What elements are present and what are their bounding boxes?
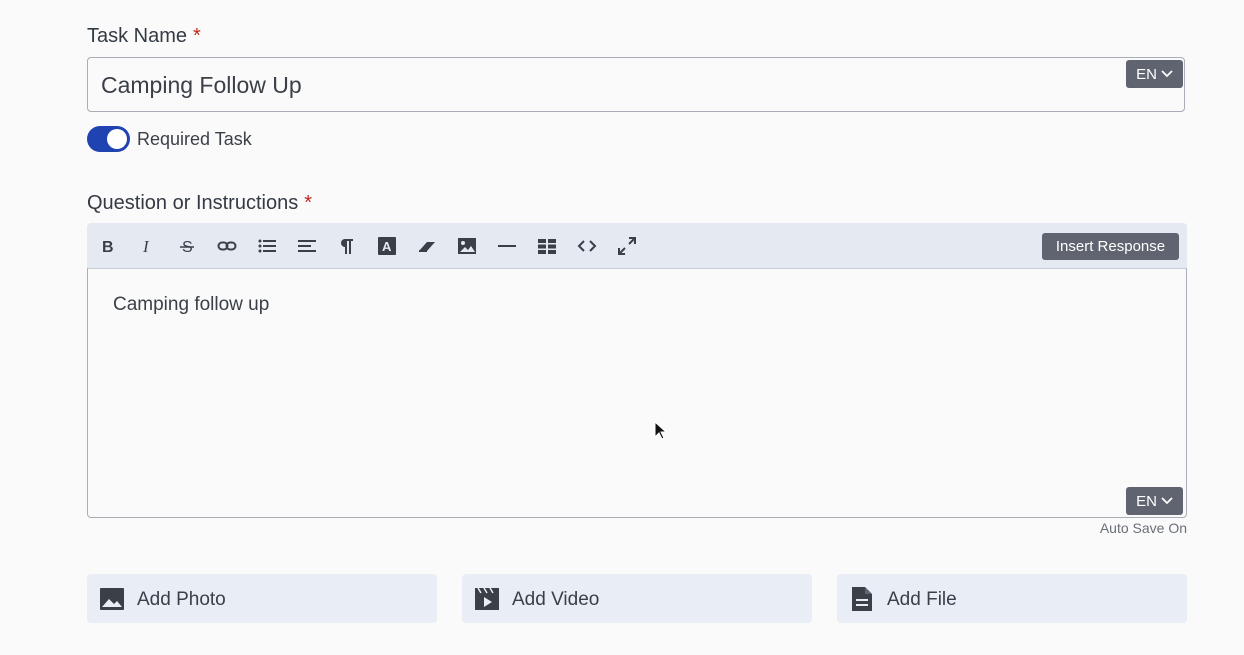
editor-content-area[interactable]: Camping follow up EN bbox=[87, 268, 1187, 518]
toggle-knob bbox=[107, 129, 127, 149]
paragraph-icon[interactable] bbox=[335, 234, 359, 258]
image-icon[interactable] bbox=[455, 234, 479, 258]
language-label: EN bbox=[1136, 492, 1157, 510]
horizontal-rule-icon[interactable] bbox=[495, 234, 519, 258]
required-asterisk: * bbox=[193, 25, 201, 47]
svg-text:A: A bbox=[382, 239, 392, 254]
italic-icon[interactable]: I bbox=[135, 234, 159, 258]
task-name-value[interactable]: Camping Follow Up bbox=[101, 72, 302, 99]
task-name-input[interactable]: Camping Follow Up EN bbox=[87, 57, 1185, 112]
mouse-cursor-icon bbox=[654, 421, 666, 440]
table-icon[interactable] bbox=[535, 234, 559, 258]
instructions-label: Question or Instructions * bbox=[87, 192, 312, 215]
task-name-label-text: Task Name bbox=[87, 25, 188, 47]
autosave-status: Auto Save On bbox=[1099, 520, 1187, 536]
video-clapper-icon bbox=[475, 587, 499, 610]
eraser-icon[interactable] bbox=[415, 234, 439, 258]
align-icon[interactable] bbox=[295, 234, 319, 258]
link-icon[interactable] bbox=[215, 234, 239, 258]
instructions-language-dropdown[interactable]: EN bbox=[1126, 487, 1183, 515]
add-file-button[interactable]: Add File bbox=[837, 574, 1187, 623]
strikethrough-icon[interactable]: S bbox=[175, 234, 199, 258]
chevron-down-icon bbox=[1161, 70, 1173, 78]
add-video-button[interactable]: Add Video bbox=[462, 574, 812, 623]
svg-text:I: I bbox=[142, 237, 150, 256]
insert-response-button[interactable]: Insert Response bbox=[1042, 233, 1179, 260]
task-name-label: Task Name * bbox=[87, 25, 201, 48]
svg-text:B: B bbox=[102, 239, 114, 256]
bulleted-list-icon[interactable] bbox=[255, 234, 279, 258]
instructions-label-text: Question or Instructions bbox=[87, 192, 299, 214]
add-photo-button[interactable]: Add Photo bbox=[87, 574, 437, 623]
required-task-toggle[interactable] bbox=[87, 126, 130, 152]
photo-icon bbox=[100, 588, 124, 610]
language-label: EN bbox=[1136, 65, 1157, 83]
fullscreen-icon[interactable] bbox=[615, 234, 639, 258]
rich-text-editor: B I S A Insert Response Camping follow u… bbox=[87, 223, 1187, 518]
bold-icon[interactable]: B bbox=[95, 234, 119, 258]
text-color-icon[interactable]: A bbox=[375, 234, 399, 258]
task-name-language-dropdown[interactable]: EN bbox=[1126, 60, 1183, 88]
add-video-label: Add Video bbox=[512, 589, 600, 610]
chevron-down-icon bbox=[1161, 497, 1173, 505]
editor-toolbar: B I S A Insert Response bbox=[87, 223, 1187, 268]
required-asterisk: * bbox=[304, 192, 313, 214]
add-file-label: Add File bbox=[887, 589, 957, 610]
code-view-icon[interactable] bbox=[575, 234, 599, 258]
file-icon bbox=[852, 587, 872, 611]
required-task-label: Required Task bbox=[137, 129, 252, 149]
editor-content[interactable]: Camping follow up bbox=[113, 294, 269, 316]
add-photo-label: Add Photo bbox=[137, 589, 226, 610]
